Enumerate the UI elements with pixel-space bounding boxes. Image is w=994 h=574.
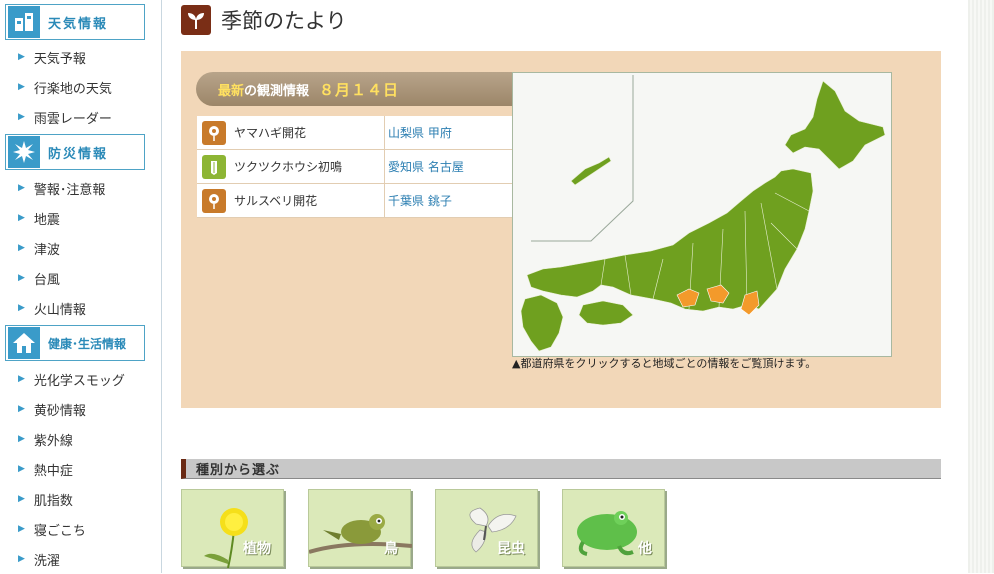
sidebar-item-forecast[interactable]: ▶ 天気予報: [0, 42, 160, 72]
chevron-right-icon: ▶: [18, 464, 25, 474]
sidebar-item-sleep[interactable]: ▶ 寝ごこち: [0, 514, 160, 544]
category-disaster[interactable]: 防災情報: [5, 134, 145, 170]
chevron-right-icon: ▶: [18, 494, 25, 504]
flower-icon: [202, 120, 226, 145]
chevron-right-icon: ▶: [18, 112, 25, 122]
tile-insects[interactable]: 昆虫: [435, 489, 538, 567]
list-item[interactable]: ツクツクホウシ初鳴 愛知県 名古屋: [197, 149, 513, 184]
sidebar-item-laundry[interactable]: ▶ 洗濯: [0, 544, 160, 574]
chevron-right-icon: ▶: [18, 213, 25, 223]
page-title: 季節のたより: [221, 9, 347, 33]
sprout-icon: [181, 5, 211, 35]
category-weather[interactable]: 天気情報: [5, 4, 145, 40]
sidebar-item-smog[interactable]: ▶ 光化学スモッグ: [0, 364, 160, 394]
chevron-right-icon: ▶: [18, 273, 25, 283]
chevron-right-icon: ▶: [18, 243, 25, 253]
list-item[interactable]: ヤマハギ開花 山梨県 甲府: [197, 115, 513, 150]
chevron-right-icon: ▶: [18, 374, 25, 384]
chevron-right-icon: ▶: [18, 82, 25, 92]
category-health-title: 健康･生活情報: [48, 336, 127, 351]
chevron-right-icon: ▶: [18, 554, 25, 564]
observation-name: サルスベリ開花: [234, 194, 318, 208]
sidebar-item-resort-weather[interactable]: ▶ 行楽地の天気: [0, 72, 160, 102]
tile-label: 他: [638, 541, 652, 557]
chevron-right-icon: ▶: [18, 434, 25, 444]
burst-icon: [8, 136, 40, 168]
sidebar-item-warnings[interactable]: ▶ 警報･注意報: [0, 173, 160, 203]
observation-bar: 最新 の観測情報 ８月１４日: [196, 72, 514, 106]
sidebar-item-uv[interactable]: ▶ 紫外線: [0, 424, 160, 454]
sidebar-item-tsunami[interactable]: ▶ 津波: [0, 233, 160, 263]
sidebar-item-rain-radar[interactable]: ▶ 雨雲レーダー: [0, 102, 160, 132]
sidebar-item-skin-index[interactable]: ▶ 肌指数: [0, 484, 160, 514]
insect-icon: [202, 154, 226, 179]
tile-label: 植物: [243, 541, 271, 557]
section-header: 種別から選ぶ: [181, 459, 941, 479]
sidebar-item-earthquake[interactable]: ▶ 地震: [0, 203, 160, 233]
sidebar-item-heatstroke[interactable]: ▶ 熱中症: [0, 454, 160, 484]
sidebar: 天気情報 ▶ 天気予報 ▶ 行楽地の天気 ▶ 雨雲レーダー 防災情報 ▶ 警報･注意報 …: [0, 0, 162, 573]
observation-name: ツクツクホウシ初鳴: [234, 160, 343, 174]
observation-location-link[interactable]: 千葉県 銚子: [384, 183, 510, 218]
map-note: ▲都道府県をクリックすると地域ごとの情報をご覧頂けます。: [512, 357, 817, 370]
chevron-right-icon: ▶: [18, 303, 25, 313]
category-health[interactable]: 健康･生活情報: [5, 325, 145, 361]
tile-label: 鳥: [384, 541, 398, 557]
chevron-right-icon: ▶: [18, 183, 25, 193]
observation-date: ８月１４日: [319, 80, 400, 99]
category-disaster-title: 防災情報: [48, 146, 109, 162]
chevron-right-icon: ▶: [18, 524, 25, 534]
tile-label: 昆虫: [497, 541, 525, 557]
sidebar-item-typhoon[interactable]: ▶ 台風: [0, 263, 160, 293]
category-weather-title: 天気情報: [48, 16, 109, 32]
observation-name: ヤマハギ開花: [234, 126, 307, 140]
tile-others[interactable]: 他: [562, 489, 665, 567]
building-icon: [8, 6, 40, 38]
tile-birds[interactable]: 鳥: [308, 489, 413, 567]
page-header: 季節のたより: [181, 4, 347, 36]
japan-map[interactable]: [512, 72, 892, 357]
right-edge-pattern: [968, 0, 994, 573]
house-icon: [8, 327, 40, 359]
tile-plants[interactable]: 植物: [181, 489, 284, 569]
observation-label: の観測情報: [244, 83, 310, 99]
observation-list: ヤマハギ開花 山梨県 甲府 ツクツクホウシ初鳴 愛知県 名古屋 サルスベリ開花 …: [197, 115, 513, 218]
japan-map-graphic[interactable]: [513, 73, 891, 356]
list-item[interactable]: サルスベリ開花 千葉県 銚子: [197, 183, 513, 218]
chevron-right-icon: ▶: [18, 404, 25, 414]
observation-location-link[interactable]: 山梨県 甲府: [384, 115, 510, 150]
observation-location-link[interactable]: 愛知県 名古屋: [384, 149, 510, 184]
observation-label-new: 最新: [218, 83, 245, 99]
section-title: 種別から選ぶ: [196, 463, 281, 478]
chevron-right-icon: ▶: [18, 52, 25, 62]
sidebar-item-volcano[interactable]: ▶ 火山情報: [0, 293, 160, 323]
flower-icon: [202, 188, 226, 213]
sidebar-item-yellow-sand[interactable]: ▶ 黄砂情報: [0, 394, 160, 424]
